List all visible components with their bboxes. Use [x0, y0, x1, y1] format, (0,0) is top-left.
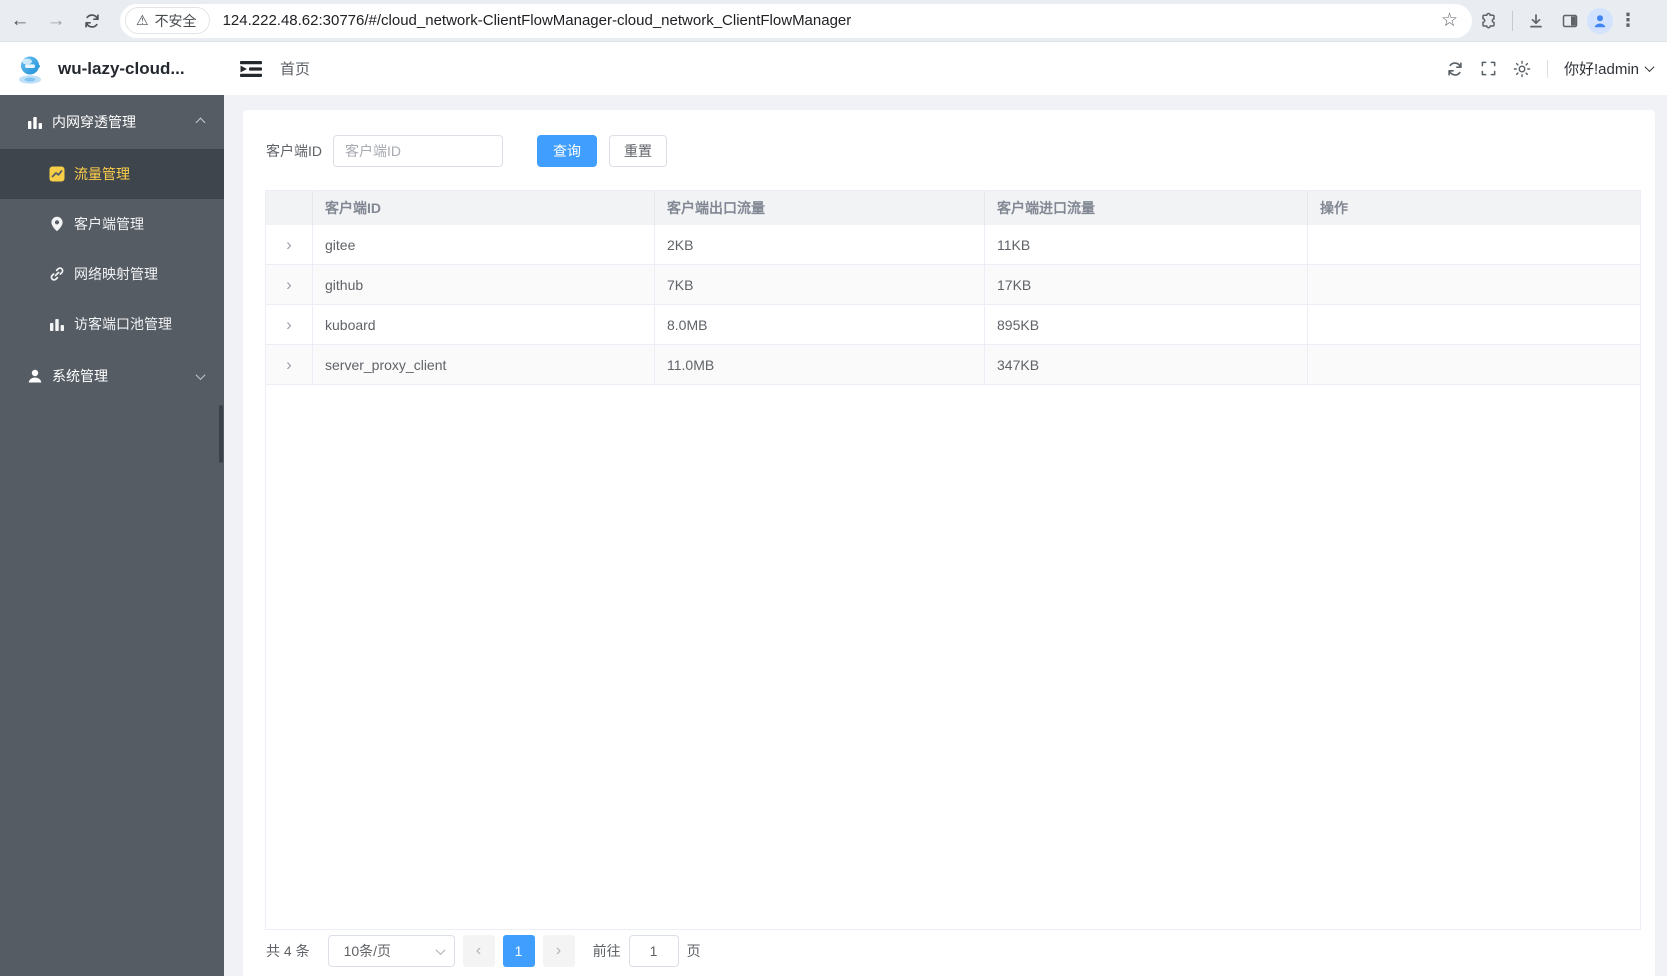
goto-label: 前往 — [592, 943, 621, 959]
cell-out-flow: 2KB — [655, 225, 985, 264]
address-bar[interactable]: ⚠ 不安全 124.222.48.62:30776/#/cloud_networ… — [120, 3, 1472, 38]
prev-page-button[interactable]: ‹ — [462, 935, 495, 967]
column-header: 客户端出口流量 — [655, 191, 985, 225]
side-panel-icon[interactable] — [1553, 4, 1587, 38]
sidebar-item-flow-manage[interactable]: 流量管理 — [0, 149, 224, 199]
profile-avatar[interactable] — [1587, 7, 1613, 34]
browser-toolbar: ← → ⚠ 不安全 124.222.48.62:30776/#/cloud_ne… — [0, 0, 1667, 42]
refresh-icon[interactable] — [1446, 60, 1464, 78]
next-page-button[interactable]: › — [542, 935, 575, 967]
sidebar-fold-icon[interactable] — [240, 60, 262, 78]
cell-out-flow: 7KB — [655, 265, 985, 304]
cell-out-flow: 8.0MB — [655, 305, 985, 344]
reset-button[interactable]: 重置 — [609, 135, 667, 167]
cell-client-id: github — [313, 265, 655, 304]
sidebar-scrollbar[interactable] — [219, 405, 223, 463]
sidebar-group-intranet[interactable]: 内网穿透管理 — [0, 95, 224, 149]
toolbar-separator — [1512, 10, 1513, 31]
table-header-row: 客户端ID 客户端出口流量 客户端进口流量 操作 — [266, 191, 1640, 225]
cell-operations — [1308, 305, 1640, 344]
sidebar-item-network-mapping[interactable]: 网络映射管理 — [0, 249, 224, 299]
user-icon — [26, 367, 44, 385]
reload-icon[interactable] — [76, 5, 108, 37]
main-area: 客户端ID 查询 重置 客户端ID 客户端出口流量 客户端进口流量 操作 › g… — [224, 95, 1667, 976]
table-row: › github 7KB 17KB — [266, 265, 1640, 305]
cell-operations — [1308, 345, 1640, 384]
cell-in-flow: 895KB — [985, 305, 1308, 344]
expand-row-icon[interactable]: › — [286, 356, 292, 373]
table-row: › kuboard 8.0MB 895KB — [266, 305, 1640, 345]
sidebar: 内网穿透管理 流量管理 客户端管理 网络映射管理 访客端口池管理 系统管理 — [0, 95, 224, 976]
table-row: › gitee 2KB 11KB — [266, 225, 1640, 265]
client-id-input[interactable] — [333, 135, 503, 167]
bookmark-star-icon[interactable]: ☆ — [1435, 9, 1464, 32]
goto-unit-label: 页 — [686, 943, 701, 959]
content-panel: 客户端ID 查询 重置 客户端ID 客户端出口流量 客户端进口流量 操作 › g… — [243, 110, 1655, 976]
breadcrumb[interactable]: 首页 — [280, 58, 310, 79]
header-separator — [1546, 59, 1548, 78]
app-header: wu-lazy-cloud... 首页 你好!admin — [0, 42, 1667, 95]
cell-operations — [1308, 225, 1640, 264]
sidebar-group-system[interactable]: 系统管理 — [0, 349, 224, 403]
cell-in-flow: 17KB — [985, 265, 1308, 304]
column-header: 客户端进口流量 — [985, 191, 1308, 225]
trend-chart-icon — [48, 165, 66, 183]
download-icon[interactable] — [1519, 4, 1553, 38]
expand-row-icon[interactable]: › — [286, 276, 292, 293]
pagination: 共 4 条 10条/页 ‹ 1 › 前往 页 — [266, 935, 701, 967]
chevron-up-icon — [195, 117, 206, 127]
chevron-down-icon — [435, 944, 446, 955]
column-header: 操作 — [1320, 200, 1348, 216]
browser-menu-icon[interactable]: ⋮ — [1613, 10, 1647, 31]
security-badge[interactable]: ⚠ 不安全 — [125, 7, 210, 34]
histogram-icon — [48, 315, 66, 333]
expand-row-icon[interactable]: › — [286, 316, 292, 333]
location-pin-icon — [48, 215, 66, 233]
sidebar-item-label: 访客端口池管理 — [74, 316, 172, 332]
page-size-select[interactable]: 10条/页 — [327, 935, 455, 967]
flow-table: 客户端ID 客户端出口流量 客户端进口流量 操作 › gitee 2KB 11K… — [265, 190, 1641, 930]
cell-out-flow: 11.0MB — [655, 345, 985, 384]
table-row: › server_proxy_client 11.0MB 347KB — [266, 345, 1640, 385]
goto-page-input[interactable] — [628, 935, 679, 967]
greeting-text: 你好!admin — [1563, 61, 1639, 78]
back-icon[interactable]: ← — [4, 5, 36, 37]
sidebar-item-label: 客户端管理 — [74, 216, 144, 232]
total-count: 共 4 条 — [266, 943, 310, 959]
sidebar-group-label: 系统管理 — [52, 368, 108, 384]
extensions-icon[interactable] — [1472, 4, 1506, 38]
sidebar-item-client-manage[interactable]: 客户端管理 — [0, 199, 224, 249]
theme-settings-icon[interactable] — [1513, 60, 1531, 78]
page-right-gutter — [1655, 95, 1667, 976]
cell-in-flow: 11KB — [985, 225, 1308, 264]
sidebar-item-visitor-port-pool[interactable]: 访客端口池管理 — [0, 299, 224, 349]
page-size-value: 10条/页 — [343, 943, 392, 959]
expand-row-icon[interactable]: › — [286, 236, 292, 253]
cell-client-id: kuboard — [313, 305, 655, 344]
bar-chart-icon — [26, 113, 44, 131]
cell-client-id: gitee — [313, 225, 655, 264]
forward-icon[interactable]: → — [40, 5, 72, 37]
expand-column-header — [266, 191, 313, 225]
link-icon — [48, 265, 66, 283]
app-logo-icon — [14, 53, 46, 85]
cell-operations — [1308, 265, 1640, 304]
page-1-button[interactable]: 1 — [502, 935, 535, 967]
sidebar-group-label: 内网穿透管理 — [52, 114, 136, 130]
sidebar-item-label: 流量管理 — [74, 166, 130, 182]
query-button[interactable]: 查询 — [537, 135, 597, 167]
url-text[interactable]: 124.222.48.62:30776/#/cloud_network-Clie… — [223, 12, 1435, 29]
search-field-label: 客户端ID — [266, 143, 322, 159]
user-menu[interactable]: 你好!admin — [1563, 58, 1655, 79]
chevron-down-icon — [1644, 62, 1655, 73]
cell-in-flow: 347KB — [985, 345, 1308, 384]
chevron-down-icon — [195, 369, 206, 380]
security-label: 不安全 — [154, 12, 197, 29]
warning-icon: ⚠ — [136, 12, 149, 28]
sidebar-item-label: 网络映射管理 — [74, 266, 158, 282]
app-title: wu-lazy-cloud... — [58, 58, 185, 78]
cell-client-id: server_proxy_client — [313, 345, 655, 384]
fullscreen-icon[interactable] — [1480, 60, 1497, 77]
column-header: 客户端ID — [313, 191, 655, 225]
